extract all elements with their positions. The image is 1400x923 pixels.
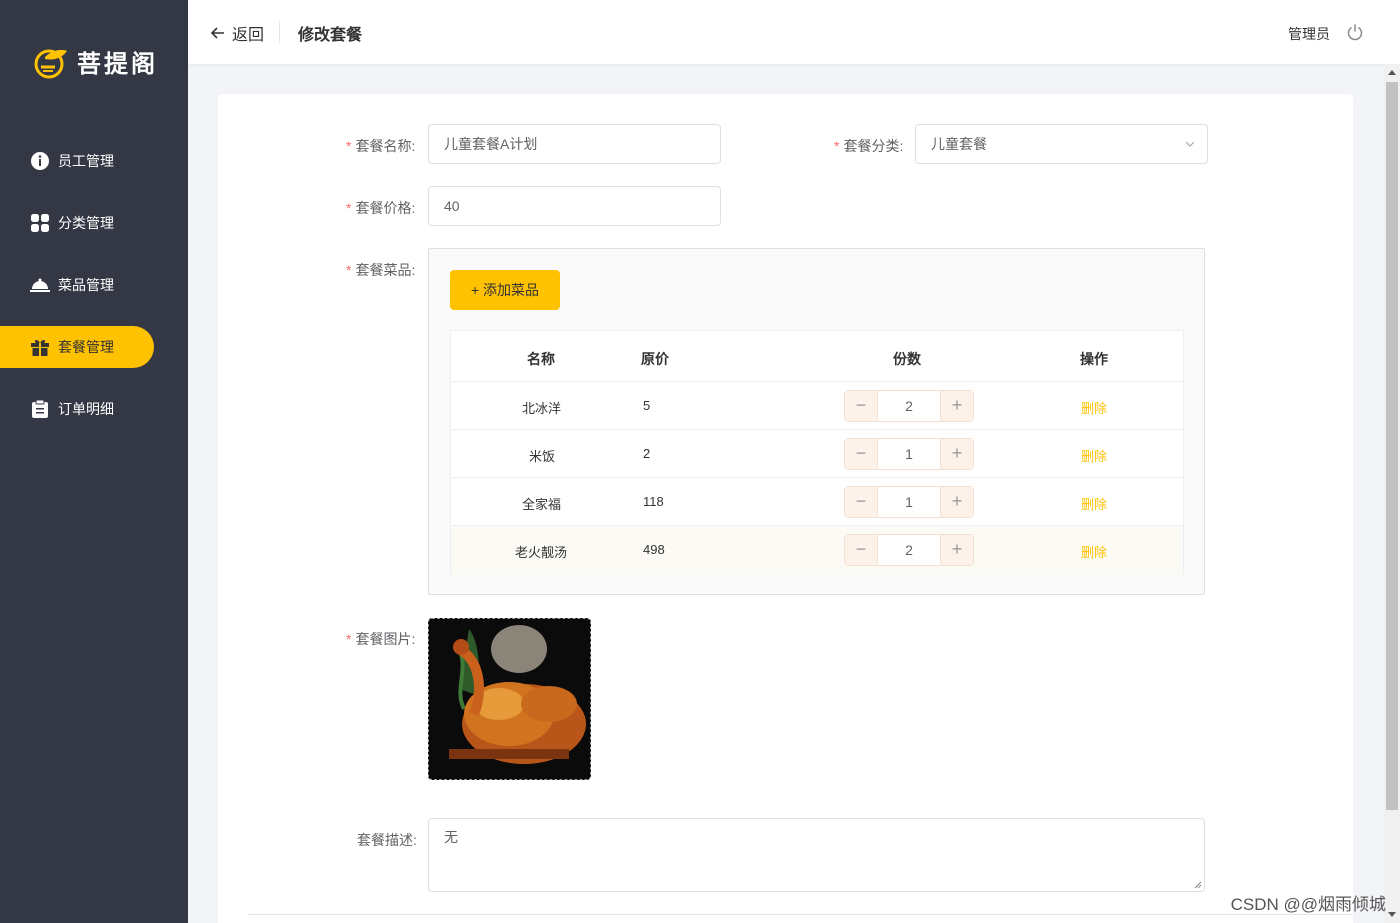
card-divider: [248, 914, 1353, 915]
dishes-table: 名称 原价 份数 操作 北冰洋 5 − 2 + 删除 米饭 2 − 1 + 删除: [450, 330, 1184, 574]
increment-button[interactable]: +: [941, 535, 973, 565]
table-header: 名称 原价 份数 操作: [451, 331, 1183, 382]
dish-price: 498: [643, 542, 665, 557]
setmeal-name-input[interactable]: 儿童套餐A计划: [428, 124, 721, 164]
back-label: 返回: [232, 27, 265, 44]
delete-link[interactable]: 删除: [1081, 446, 1107, 465]
quantity-value[interactable]: 1: [877, 487, 941, 517]
user-name[interactable]: 管理员: [1288, 24, 1330, 44]
header-divider: [279, 21, 280, 43]
quantity-value[interactable]: 2: [877, 535, 941, 565]
setmeal-category-select[interactable]: 儿童套餐: [915, 124, 1208, 164]
increment-button[interactable]: +: [941, 439, 973, 469]
required-mark: *: [346, 262, 352, 278]
grid-icon: [30, 213, 50, 233]
increment-button[interactable]: +: [941, 391, 973, 421]
dish-name: 全家福: [522, 497, 562, 512]
back-button[interactable]: 返回: [210, 21, 264, 45]
required-mark: *: [346, 631, 352, 647]
decrement-button[interactable]: −: [845, 487, 877, 517]
sidebar-item-categories[interactable]: 分类管理: [0, 202, 188, 244]
column-header-action: 操作: [1080, 351, 1108, 367]
setmeal-image-label: * 套餐图片:: [346, 631, 416, 647]
setmeal-desc-textarea[interactable]: 无: [428, 818, 1205, 892]
power-icon[interactable]: [1346, 23, 1364, 41]
cloche-icon: [30, 275, 50, 295]
resize-handle-icon[interactable]: [1194, 881, 1202, 889]
info-icon: [30, 151, 50, 171]
delete-link[interactable]: 删除: [1081, 494, 1107, 513]
setmeal-dishes-label: * 套餐菜品:: [346, 262, 416, 278]
add-dish-button[interactable]: + 添加菜品: [450, 270, 560, 310]
sidebar-item-label: 菜品管理: [58, 277, 114, 293]
sidebar-item-label: 员工管理: [58, 153, 114, 169]
dish-name: 米饭: [529, 449, 556, 464]
delete-link[interactable]: 删除: [1081, 398, 1107, 417]
category-selected-value: 儿童套餐: [931, 136, 987, 152]
dish-price: 2: [643, 446, 651, 461]
setmeal-price-input[interactable]: 40: [428, 186, 721, 226]
clipboard-icon: [30, 399, 50, 419]
sidebar-item-label: 分类管理: [58, 215, 114, 231]
decrement-button[interactable]: −: [845, 439, 877, 469]
decrement-button[interactable]: −: [845, 535, 877, 565]
quantity-value[interactable]: 2: [877, 391, 941, 421]
gift-icon: [30, 337, 50, 357]
table-row: 北冰洋 5 − 2 + 删除: [451, 382, 1183, 430]
dish-price: 5: [643, 398, 651, 413]
column-header-price: 原价: [641, 351, 669, 367]
logo-icon: [34, 49, 67, 78]
required-mark: *: [346, 200, 352, 216]
sidebar-menu: 员工管理 分类管理 菜品管理 套餐管理 订单明细: [0, 140, 188, 450]
decrement-button[interactable]: −: [845, 391, 877, 421]
quantity-stepper: − 1 +: [844, 438, 974, 470]
sidebar-item-label: 套餐管理: [58, 339, 114, 355]
dish-price: 118: [643, 494, 664, 509]
table-row: 老火靓汤 498 − 2 + 删除: [451, 526, 1183, 574]
quantity-value[interactable]: 1: [877, 439, 941, 469]
watermark: CSDN @@烟雨倾城: [1230, 895, 1386, 914]
scrollbar[interactable]: [1384, 64, 1400, 923]
increment-button[interactable]: +: [941, 487, 973, 517]
arrow-left-icon: [210, 27, 224, 39]
column-header-qty: 份数: [893, 351, 921, 367]
desc-value: 无: [444, 829, 458, 845]
sidebar-item-employees[interactable]: 员工管理: [0, 140, 188, 182]
setmeal-category-label: * 套餐分类:: [834, 138, 904, 154]
page-title: 修改套餐: [298, 27, 363, 44]
chevron-down-icon: [1185, 141, 1195, 147]
dish-name: 老火靓汤: [515, 545, 568, 560]
table-row: 米饭 2 − 1 + 删除: [451, 430, 1183, 478]
sidebar: 菩提阁 员工管理 分类管理 菜品管理 套餐管理 订单明细: [0, 0, 188, 923]
logo: 菩提阁: [33, 44, 158, 79]
column-header-name: 名称: [527, 351, 555, 367]
scroll-thumb[interactable]: [1386, 82, 1398, 810]
setmeal-desc-label: 套餐描述:: [357, 832, 417, 848]
setmeal-price-label: * 套餐价格:: [346, 200, 416, 216]
top-header: 返回 修改套餐 管理员: [188, 0, 1400, 64]
sidebar-item-dishes[interactable]: 菜品管理: [0, 264, 188, 306]
dish-name: 北冰洋: [522, 401, 562, 416]
sidebar-item-label: 订单明细: [58, 401, 114, 417]
table-row: 全家福 118 − 1 + 删除: [451, 478, 1183, 526]
sidebar-item-orders[interactable]: 订单明细: [0, 388, 188, 430]
scroll-up-arrow[interactable]: [1388, 70, 1396, 75]
setmeal-image: [429, 619, 590, 779]
quantity-stepper: − 2 +: [844, 534, 974, 566]
delete-link[interactable]: 删除: [1081, 542, 1107, 561]
quantity-stepper: − 2 +: [844, 390, 974, 422]
required-mark: *: [834, 138, 840, 154]
quantity-stepper: − 1 +: [844, 486, 974, 518]
setmeal-name-label: * 套餐名称:: [346, 138, 416, 154]
sidebar-item-setmeals[interactable]: 套餐管理: [0, 326, 154, 368]
dishes-panel: + 添加菜品 名称 原价 份数 操作 北冰洋 5 − 2 + 删除 米饭 2 −…: [428, 248, 1205, 595]
required-mark: *: [346, 138, 352, 154]
app-name: 菩提阁: [77, 51, 158, 78]
image-upload[interactable]: [428, 618, 591, 780]
scroll-down-arrow[interactable]: [1388, 912, 1396, 917]
